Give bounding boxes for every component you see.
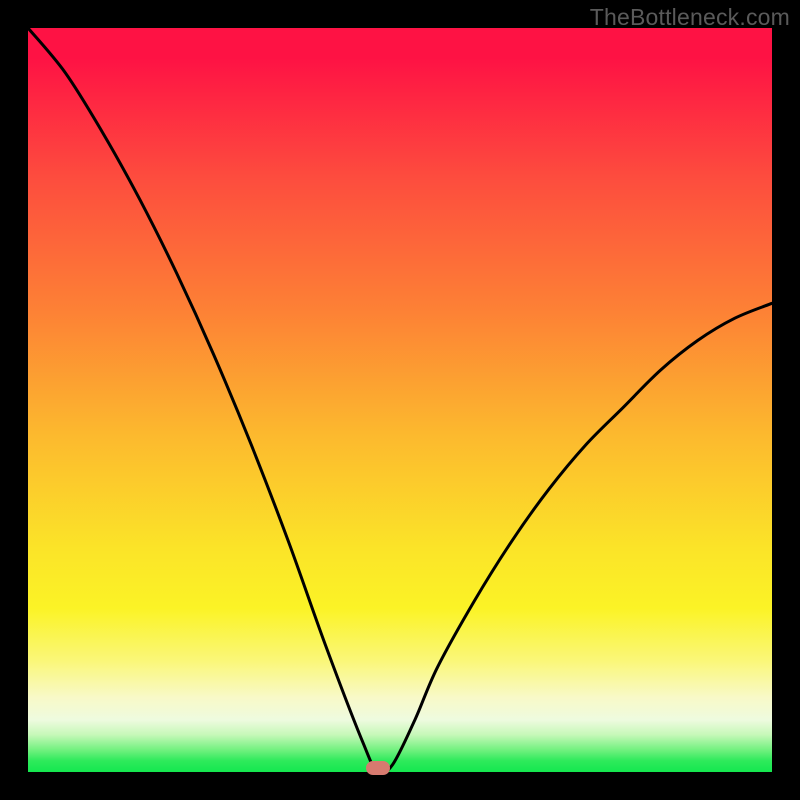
bottleneck-curve	[28, 28, 772, 772]
optimum-marker	[366, 761, 390, 775]
curve-path	[28, 28, 772, 774]
chart-frame: TheBottleneck.com	[0, 0, 800, 800]
plot-area	[28, 28, 772, 772]
watermark-text: TheBottleneck.com	[590, 4, 790, 31]
